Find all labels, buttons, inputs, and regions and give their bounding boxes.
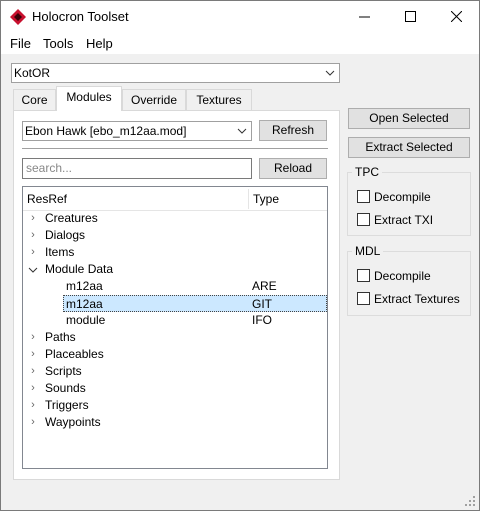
maximize-button[interactable] xyxy=(387,1,433,32)
tpc-extract-txi-checkbox[interactable] xyxy=(357,213,370,226)
tpc-decompile-checkbox[interactable] xyxy=(357,190,370,203)
chevron-right-icon[interactable]: › xyxy=(28,380,38,397)
mdl-extract-textures-checkbox[interactable] xyxy=(357,292,370,305)
search-input[interactable]: search... xyxy=(22,158,252,179)
tree-node-module-data[interactable]: Module Data xyxy=(23,261,327,278)
divider xyxy=(22,148,328,149)
tree-node-label: Sounds xyxy=(45,381,86,395)
menu-tools[interactable]: Tools xyxy=(43,36,73,51)
mdl-extract-textures-label[interactable]: Extract Textures xyxy=(374,292,460,306)
chevron-right-icon[interactable]: › xyxy=(28,363,38,380)
tree-node-label: Triggers xyxy=(45,398,89,412)
menu-bar: File Tools Help xyxy=(1,32,479,54)
tab-modules[interactable]: Modules xyxy=(56,86,122,111)
chevron-right-icon[interactable]: › xyxy=(28,414,38,431)
tree-leaf-module-ifo[interactable]: module IFO xyxy=(23,312,327,329)
mdl-group-title: MDL xyxy=(352,244,384,258)
menu-file[interactable]: File xyxy=(10,36,31,51)
tab-override[interactable]: Override xyxy=(122,89,186,110)
tree-leaf-type: IFO xyxy=(252,313,272,327)
tree-node-label: Scripts xyxy=(45,364,82,378)
app-window: Holocron Toolset File Tools Help KotOR C… xyxy=(0,0,480,511)
chevron-right-icon[interactable]: › xyxy=(28,227,38,244)
tree-node-label: Module Data xyxy=(45,262,114,276)
tpc-group-title: TPC xyxy=(352,165,382,179)
chevron-down-icon xyxy=(237,128,247,134)
tree-leaf-m12aa-git[interactable]: m12aa GIT xyxy=(63,295,327,312)
game-select-value: KotOR xyxy=(14,66,51,80)
tree-node-label: Waypoints xyxy=(45,415,101,429)
reload-button[interactable]: Reload xyxy=(259,158,327,179)
chevron-right-icon[interactable]: › xyxy=(28,244,38,261)
mdl-decompile-checkbox[interactable] xyxy=(357,269,370,282)
game-select[interactable]: KotOR xyxy=(11,63,340,83)
tree-leaf-label: module xyxy=(66,313,106,327)
tree-node-paths[interactable]: › Paths xyxy=(23,329,327,346)
close-icon xyxy=(450,11,462,22)
tree-node-dialogs[interactable]: › Dialogs xyxy=(23,227,327,244)
tree-node-scripts[interactable]: › Scripts xyxy=(23,363,327,380)
tree-node-creatures[interactable]: › Creatures xyxy=(23,210,327,227)
tree-node-sounds[interactable]: › Sounds xyxy=(23,380,327,397)
tree-node-label: Placeables xyxy=(45,347,104,361)
tree-leaf-label: m12aa xyxy=(66,279,103,293)
tab-core[interactable]: Core xyxy=(13,89,56,110)
chevron-right-icon[interactable]: › xyxy=(28,397,38,414)
tree-header: ResRef Type xyxy=(23,187,327,211)
tree-node-waypoints[interactable]: › Waypoints xyxy=(23,414,327,431)
module-select-value: Ebon Hawk [ebo_m12aa.mod] xyxy=(25,124,187,138)
tree-node-placeables[interactable]: › Placeables xyxy=(23,346,327,363)
holocron-icon xyxy=(10,9,26,25)
tree-node-label: Paths xyxy=(45,330,76,344)
module-select[interactable]: Ebon Hawk [ebo_m12aa.mod] xyxy=(22,121,252,141)
tab-textures[interactable]: Textures xyxy=(186,89,252,110)
tree-node-label: Items xyxy=(45,245,75,259)
window-title: Holocron Toolset xyxy=(32,9,129,24)
open-selected-button[interactable]: Open Selected xyxy=(348,108,470,129)
maximize-icon xyxy=(404,11,416,22)
chevron-right-icon[interactable]: › xyxy=(28,346,38,363)
resize-grip-icon[interactable] xyxy=(465,496,475,506)
tpc-decompile-label[interactable]: Decompile xyxy=(374,190,431,204)
tpc-extract-txi-label[interactable]: Extract TXI xyxy=(374,213,433,227)
minimize-button[interactable] xyxy=(341,1,387,32)
extract-selected-button[interactable]: Extract Selected xyxy=(348,137,470,158)
tree-leaf-type: GIT xyxy=(252,297,272,311)
column-divider[interactable] xyxy=(248,189,249,209)
mdl-decompile-label[interactable]: Decompile xyxy=(374,269,431,283)
column-resref[interactable]: ResRef xyxy=(27,192,67,206)
chevron-down-icon xyxy=(325,70,335,76)
tree-leaf-label: m12aa xyxy=(66,297,103,311)
menu-help[interactable]: Help xyxy=(86,36,113,51)
minimize-icon xyxy=(358,16,370,18)
resource-tree[interactable]: ResRef Type › Creatures › Dialogs › Item… xyxy=(22,186,328,469)
close-button[interactable] xyxy=(433,1,479,32)
tree-leaf-type: ARE xyxy=(252,279,277,293)
column-type[interactable]: Type xyxy=(253,192,279,206)
chevron-right-icon[interactable]: › xyxy=(28,329,38,346)
tree-node-label: Creatures xyxy=(45,211,98,225)
tree-node-label: Dialogs xyxy=(45,228,86,242)
chevron-down-icon[interactable] xyxy=(28,265,38,275)
tree-leaf-m12aa-are[interactable]: m12aa ARE xyxy=(23,278,327,295)
refresh-button[interactable]: Refresh xyxy=(259,120,327,141)
tree-node-triggers[interactable]: › Triggers xyxy=(23,397,327,414)
chevron-right-icon[interactable]: › xyxy=(28,210,38,227)
mdl-group xyxy=(347,251,471,316)
title-bar[interactable]: Holocron Toolset xyxy=(1,1,479,32)
tree-node-items[interactable]: › Items xyxy=(23,244,327,261)
